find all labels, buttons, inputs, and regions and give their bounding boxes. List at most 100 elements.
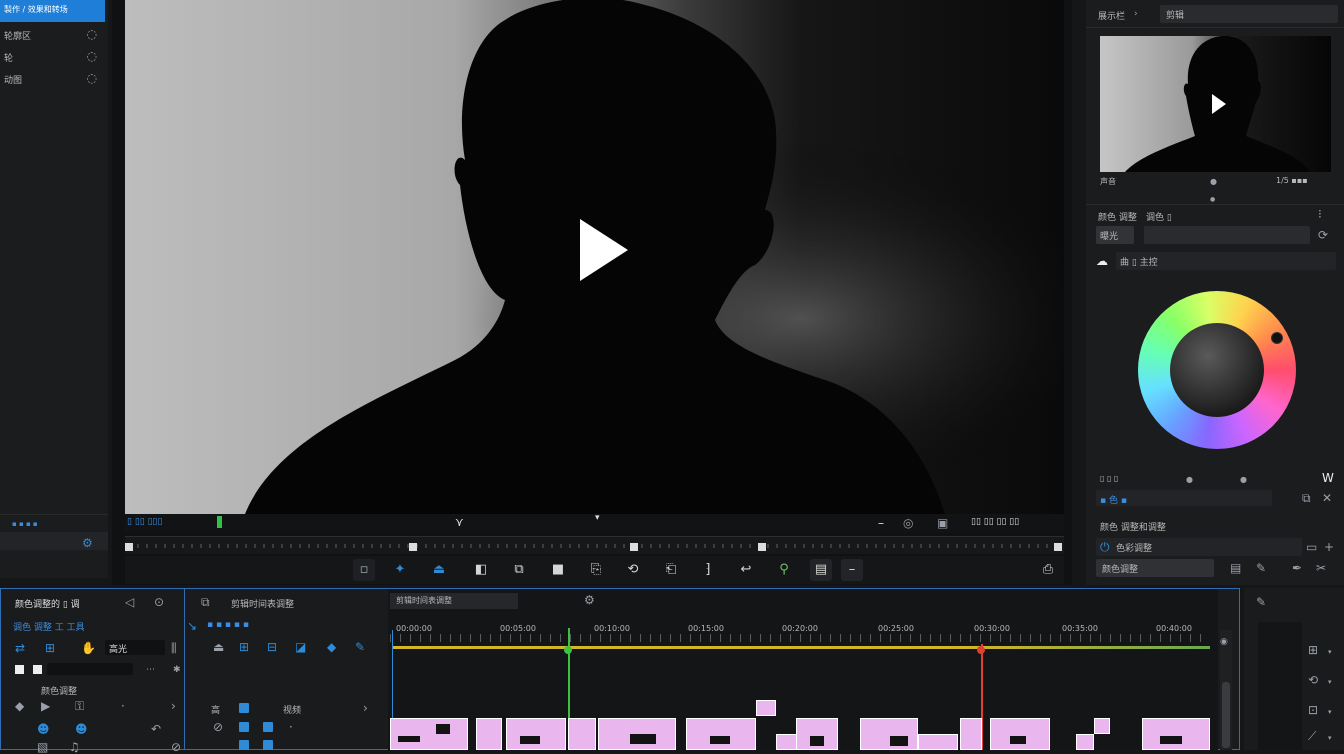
record-icon[interactable]: ◌ (87, 28, 97, 40)
mic-icon[interactable]: ✱ (173, 664, 181, 676)
chevron-down-icon[interactable]: ▾ (1328, 732, 1332, 744)
color-wheel-center[interactable] (1170, 323, 1264, 417)
play-small-icon[interactable]: ▶ (41, 700, 50, 712)
chevron-down-icon[interactable]: ▾ (1328, 646, 1332, 658)
fx-icon[interactable]: ◆ (15, 700, 24, 712)
person-icon[interactable]: ☻ (75, 723, 88, 735)
bars-icon[interactable]: ⋯ (146, 664, 155, 676)
clip[interactable] (506, 718, 566, 750)
gear-icon[interactable]: ⚙ (584, 594, 595, 606)
work-area-bar[interactable] (392, 646, 1210, 649)
panel-item-selected[interactable]: 製作 / 效果和转场 (0, 0, 105, 22)
minimize-icon[interactable]: ▭ (1306, 541, 1317, 553)
scrub-handle[interactable] (630, 543, 638, 551)
track-name-field[interactable]: 高光 (105, 640, 165, 655)
brush-icon[interactable]: ✎ (1256, 562, 1266, 574)
wave-icon[interactable]: W (1322, 472, 1334, 484)
handle-icon[interactable]: ⋎ (455, 516, 464, 528)
track-toggle[interactable] (239, 722, 249, 732)
loop-icon[interactable]: ⟲ (622, 559, 644, 581)
pen-icon[interactable]: ✒ (1292, 562, 1302, 574)
safe-margin-icon[interactable]: ◎ (903, 517, 913, 529)
step-fwd-icon[interactable]: ⎗ (660, 559, 682, 581)
mode-dropdown[interactable]: 曲 ▯ 主控 (1116, 252, 1336, 270)
clip[interactable] (390, 718, 468, 750)
split-icon[interactable]: ◧ (470, 559, 492, 581)
marker-icon[interactable]: ✦ (389, 559, 411, 581)
clip-thumbnail[interactable] (1100, 36, 1331, 172)
play-icon[interactable] (578, 217, 630, 283)
step-back-icon[interactable]: ⎘ (585, 559, 607, 581)
clip[interactable] (686, 718, 756, 750)
scrub-handle[interactable] (1054, 543, 1062, 551)
speaker-icon[interactable]: ◁ (125, 596, 134, 608)
ripple-icon[interactable]: ⏏ (213, 641, 224, 653)
clip[interactable] (1142, 718, 1210, 750)
timeline-scrollbar[interactable] (1220, 630, 1232, 750)
chevron-down-icon[interactable]: ▾ (1328, 706, 1332, 718)
hand-icon[interactable]: ✋ (81, 642, 96, 654)
undo-icon[interactable]: ↶ (151, 723, 161, 735)
chevron-right-icon[interactable]: › (1134, 8, 1138, 20)
chevron-right-icon[interactable]: › (363, 702, 368, 714)
scissors-icon[interactable]: ✂ (1316, 562, 1326, 574)
undo-icon[interactable]: ↩ (735, 559, 757, 581)
insert-icon[interactable]: ⧉ (508, 559, 530, 581)
playhead-green-head[interactable] (564, 646, 572, 654)
exposure-slider[interactable] (1144, 226, 1310, 244)
clip[interactable] (476, 718, 502, 750)
tool-icon[interactable]: ⊞ (45, 642, 55, 654)
chevron-down-icon[interactable]: ▾ (1328, 676, 1332, 688)
arrow-icon[interactable]: ⇄ (15, 642, 25, 654)
music-icon[interactable]: ♫ (69, 741, 80, 753)
magnet-icon[interactable]: ⚲ (773, 559, 795, 581)
minus-icon[interactable]: – (878, 517, 884, 529)
brush-icon[interactable]: ✎ (1256, 596, 1266, 608)
track-toggle[interactable] (263, 740, 273, 750)
mute-icon[interactable]: ⊘ (171, 741, 181, 753)
scrub-handle[interactable] (409, 543, 417, 551)
track-toggle[interactable] (263, 722, 273, 732)
close-icon[interactable]: ✕ (1322, 492, 1332, 504)
layers-icon[interactable]: ⊞ (1308, 644, 1318, 656)
playhead-red-head[interactable] (977, 646, 985, 654)
panel-item-wheel[interactable]: 轮 ◌ (0, 46, 105, 68)
diamond-icon[interactable]: ◆ (327, 641, 336, 653)
add-icon[interactable]: + (1324, 541, 1334, 553)
chevron-right-icon[interactable]: › (171, 700, 176, 712)
folder-icon[interactable]: ⧉ (201, 596, 210, 608)
settings-icon[interactable]: ⚙ (82, 537, 93, 549)
eye-icon[interactable]: ⊘ (213, 721, 223, 733)
save-icon[interactable]: ▤ (1230, 562, 1241, 574)
panel-item-outline[interactable]: 轮廓区 ◌ (0, 24, 105, 46)
trim-icon[interactable]: ⏏ (428, 559, 450, 581)
playhead-marker-icon[interactable]: ▾ (595, 512, 600, 524)
record-icon[interactable]: ◌ (87, 72, 97, 84)
minus-icon[interactable]: – (841, 559, 863, 581)
scrub-handle[interactable] (125, 543, 133, 551)
clip[interactable] (756, 700, 776, 716)
scrollbar-thumb[interactable] (1222, 682, 1230, 748)
track-toggle[interactable] (239, 703, 249, 713)
zoom-icon[interactable]: ◉ (1220, 636, 1228, 648)
box-icon[interactable]: ▤ (810, 559, 832, 581)
rotate-icon[interactable]: ⟲ (1308, 674, 1318, 686)
slip-icon[interactable]: ⊟ (267, 641, 277, 653)
track-toggle[interactable] (239, 740, 249, 750)
clip[interactable] (860, 718, 918, 750)
power-icon[interactable]: ⏻ (1100, 541, 1110, 553)
reset-icon[interactable]: ⟳ (1318, 229, 1328, 241)
camera-icon[interactable]: ▣ (937, 517, 948, 529)
bars-icon[interactable]: ⫼ (171, 642, 177, 654)
timeline-search[interactable]: 剪辑时间表调整 (390, 593, 518, 609)
record-icon[interactable]: ◌ (87, 50, 97, 62)
grid-icon[interactable]: ⊞ (239, 641, 249, 653)
export-icon[interactable]: ⎙ (1037, 559, 1059, 581)
sub-section-row[interactable]: ▪ 色 ▪ (1096, 490, 1272, 506)
list-item-row[interactable]: 色彩调整 (1096, 538, 1302, 556)
clip[interactable] (918, 734, 958, 750)
checkbox[interactable] (15, 665, 24, 674)
scrub-handle[interactable] (758, 543, 766, 551)
header-dropdown[interactable]: 剪辑 (1160, 5, 1338, 23)
target-icon[interactable]: ⊙ (154, 596, 164, 608)
